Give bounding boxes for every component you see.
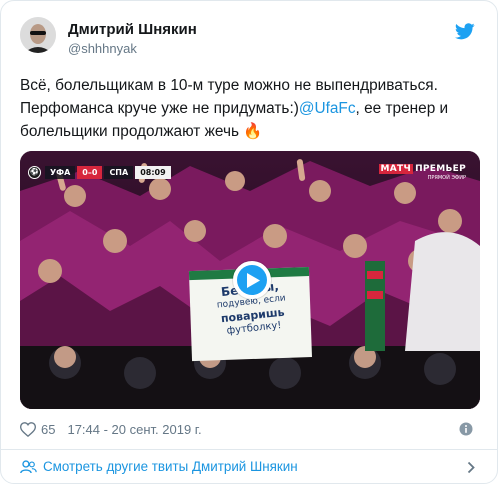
timestamp[interactable]: 17:44 - 20 сент. 2019 г. — [67, 422, 201, 437]
match-clock: 08:09 — [135, 166, 171, 179]
team-home: УФА — [45, 166, 76, 179]
author-avatar[interactable] — [20, 17, 56, 53]
fire-emoji: 🔥 — [243, 123, 263, 140]
league-logo-icon: ⚽ — [28, 166, 41, 179]
tweet-card: Дмитрий Шнякин @shhhnyak Всё, болельщика… — [0, 0, 498, 484]
video-player[interactable]: Белены, подувею, если поваришь футболку!… — [20, 151, 480, 409]
scoreboard-overlay: ⚽ УФА 0–0 СПА 08:09 — [28, 165, 171, 180]
people-icon — [20, 460, 37, 474]
tweet-line-3: болельщики продолжают жечь 🔥 — [20, 120, 480, 143]
tweet-line-1: Всё, болельщикам в 10-м туре можно не вы… — [20, 77, 438, 94]
channel-name-rest: ПРЕМЬЕР — [415, 164, 466, 174]
chevron-right-icon[interactable] — [467, 461, 475, 474]
tweet-line-2-after: , ее тренер и — [355, 100, 449, 117]
play-icon — [247, 273, 260, 288]
author-name[interactable]: Дмитрий Шнякин — [68, 21, 197, 38]
team-away: СПА — [104, 166, 134, 179]
mention-link[interactable]: @UfaFc — [299, 100, 356, 117]
channel-logo: МАТЧ ПРЕМЬЕР ПРЯМОЙ ЭФИР — [378, 164, 466, 181]
channel-name: МАТЧ ПРЕМЬЕР — [378, 164, 466, 174]
like-count[interactable]: 65 — [41, 422, 55, 437]
twitter-bird-icon[interactable] — [455, 23, 475, 40]
tweet-line-3-text: болельщики продолжают жечь — [20, 123, 239, 140]
play-button-inner — [237, 265, 267, 295]
channel-subtitle: ПРЯМОЙ ЭФИР — [427, 175, 466, 181]
tweet-meta: 65 17:44 - 20 сент. 2019 г. — [20, 419, 202, 439]
tweet-text: Всё, болельщикам в 10-м туре можно не вы… — [20, 74, 480, 143]
tweet-line-2: Перфоманса круче уже не придумать:)@UfaF… — [20, 97, 480, 120]
more-tweets-link[interactable]: Смотреть другие твиты Дмитрий Шнякин — [43, 459, 298, 474]
play-button[interactable] — [233, 261, 271, 299]
info-icon[interactable] — [459, 422, 473, 436]
tweet-line-2-before: Перфоманса круче уже не придумать:) — [20, 100, 299, 117]
match-score: 0–0 — [77, 166, 103, 179]
author-handle[interactable]: @shhhnyak — [68, 41, 137, 56]
channel-name-accent: МАТЧ — [378, 164, 414, 174]
heart-icon[interactable] — [20, 421, 36, 437]
more-tweets-row[interactable]: Смотреть другие твиты Дмитрий Шнякин — [1, 450, 498, 484]
